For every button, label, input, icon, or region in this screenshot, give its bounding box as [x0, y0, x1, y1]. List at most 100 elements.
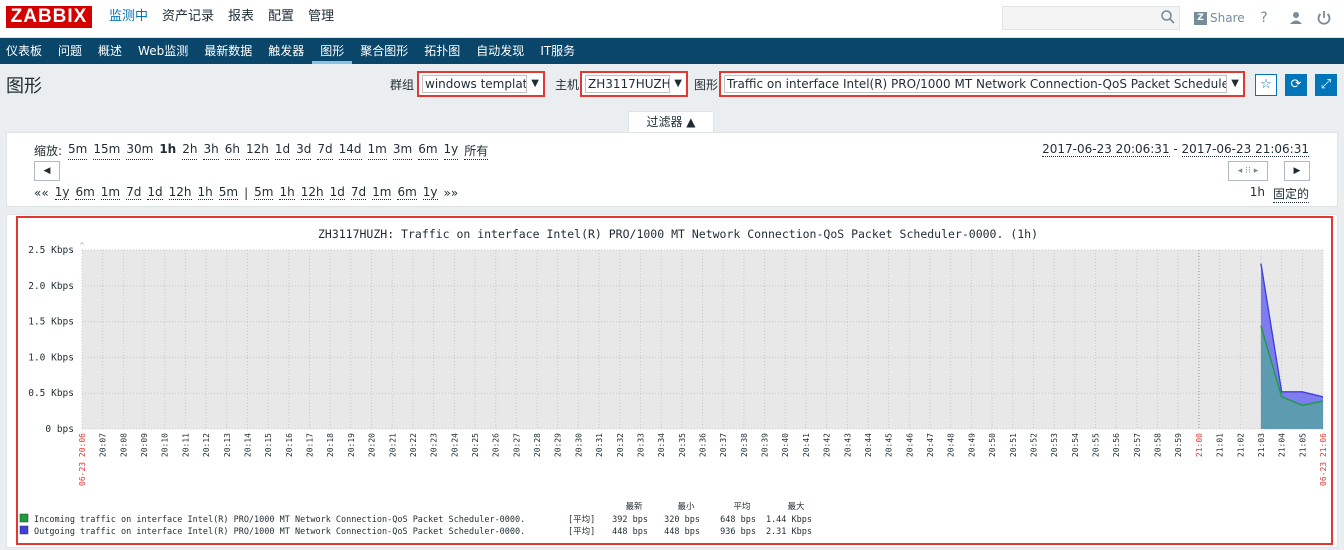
sub-menu-web[interactable]: Web监测 — [130, 38, 196, 64]
scroll-right-icon[interactable]: ▶ — [1284, 161, 1310, 181]
period-from[interactable]: 2017-06-23 20:06:31 — [1042, 142, 1170, 157]
zoom-option[interactable]: 15m — [93, 142, 121, 160]
zoom-option[interactable]: 3d — [296, 142, 312, 160]
legend-value: 936 bps — [720, 527, 756, 537]
zoom-option[interactable]: 12h — [245, 142, 269, 160]
main-menu-administration[interactable]: 管理 — [301, 0, 341, 38]
sub-menu-problems[interactable]: 问题 — [50, 38, 90, 64]
sub-menu-dashboard[interactable]: 仪表板 — [0, 38, 50, 64]
nav-forward-option[interactable]: 5m — [254, 185, 274, 200]
dropdown-arrow-icon: ▼ — [674, 78, 682, 89]
timeline-scroll-handle[interactable]: ◂ ⁝⁝ ▸ — [1228, 161, 1268, 181]
scroll-left-icon[interactable]: ◀ — [34, 161, 60, 181]
refresh-button[interactable]: ⟳ — [1285, 74, 1307, 96]
x-tick-label: 20:08 — [119, 433, 128, 457]
share-button[interactable]: Z Share — [1194, 9, 1245, 27]
nav-back-option[interactable]: 1h — [197, 185, 213, 200]
sign-out-icon[interactable] — [1314, 8, 1334, 28]
filter-toggle-tab[interactable]: 过滤器 ▲ — [628, 111, 714, 132]
user-profile-icon[interactable] — [1286, 8, 1306, 28]
nav-back-option[interactable]: 12h — [168, 185, 192, 200]
zoom-option[interactable]: 6m — [418, 142, 438, 160]
timeline-scrollbar[interactable]: ◀ ◂ ⁝⁝ ▸ ▶ — [34, 161, 1310, 181]
fixed-period-toggle[interactable]: 固定的 — [1272, 185, 1309, 203]
x-tick-label: 20:16 — [285, 433, 294, 457]
x-tick-label: 20:07 — [99, 433, 108, 457]
legend-value: 448 bps — [664, 527, 700, 537]
nav-back-option[interactable]: 1d — [147, 185, 163, 200]
x-tick-label: 20:37 — [719, 433, 728, 457]
sub-menu-overview[interactable]: 概述 — [90, 38, 130, 64]
x-tick-label: 20:44 — [864, 433, 873, 457]
x-tick-label: 20:40 — [781, 433, 790, 457]
legend-header: 最新 — [625, 501, 643, 512]
nav-forward-option[interactable]: 1h — [279, 185, 295, 200]
zoom-option[interactable]: 3m — [392, 142, 413, 160]
nav-back-option[interactable]: 6m — [75, 185, 95, 200]
search-icon[interactable] — [1160, 9, 1176, 25]
zoom-option[interactable]: 3h — [203, 142, 219, 160]
help-icon[interactable]: ? — [1254, 8, 1274, 28]
zabbix-logo[interactable]: ZABBIX — [6, 6, 92, 28]
zoom-option[interactable]: 7d — [317, 142, 333, 160]
nav-forward-option[interactable]: 1m — [372, 185, 392, 200]
zoom-option[interactable]: 30m — [126, 142, 154, 160]
x-tick-label: 20:21 — [388, 433, 397, 457]
nav-back-option[interactable]: 1y — [54, 185, 70, 200]
x-tick-label: 20:22 — [409, 433, 418, 457]
sub-menu-triggers[interactable]: 触发器 — [260, 38, 312, 64]
nav-forward-option[interactable]: 7d — [350, 185, 367, 200]
nav-back-option[interactable]: 1m — [100, 185, 121, 200]
search-input[interactable] — [1002, 6, 1180, 30]
group-select[interactable]: windows templates ▼ — [417, 71, 545, 97]
legend-value: 2.31 Kbps — [766, 527, 812, 537]
x-tick-label: 20:24 — [450, 433, 459, 457]
x-tick-label: 20:38 — [740, 433, 749, 457]
zoom-option-current[interactable]: 1h — [159, 142, 176, 160]
sub-menu-screens[interactable]: 聚合图形 — [352, 38, 416, 64]
x-tick-label: 20:56 — [1112, 433, 1121, 457]
zoom-option[interactable]: 5m — [68, 142, 88, 160]
legend-header: 最小 — [677, 501, 695, 512]
zoom-option[interactable]: 2h — [182, 142, 198, 160]
nav-forward-option[interactable]: 1y — [422, 185, 438, 200]
nav-back-option[interactable]: 5m — [218, 185, 239, 200]
legend-series-name: Outgoing traffic on interface Intel(R) P… — [34, 527, 525, 537]
zoom-option[interactable]: 1d — [274, 142, 291, 160]
x-tick-label: 20:18 — [326, 433, 335, 457]
zoom-option[interactable]: 14d — [338, 142, 362, 160]
main-menu-monitoring[interactable]: 监测中 — [102, 0, 155, 38]
x-tick-label: 20:41 — [802, 433, 811, 457]
sub-menu-maps[interactable]: 拓扑图 — [416, 38, 468, 64]
x-tick-label: 20:10 — [161, 433, 170, 457]
graph-select[interactable]: Traffic on interface Intel(R) PRO/1000 M… — [719, 71, 1245, 97]
period-to[interactable]: 2017-06-23 21:06:31 — [1181, 142, 1309, 157]
host-select[interactable]: ZH3117HUZH ▼ — [580, 71, 688, 97]
sub-menu-discovery[interactable]: 自动发现 — [468, 38, 532, 64]
x-tick-label: 20:45 — [885, 433, 894, 457]
nav-forward-option[interactable]: 6m — [397, 185, 417, 200]
x-tick-label: 20:15 — [264, 433, 273, 457]
favorite-star-button[interactable]: ☆ — [1255, 74, 1277, 96]
period-range: 2017-06-23 20:06:31 - 2017-06-23 21:06:3… — [1042, 142, 1309, 157]
legend-agg: [平均] — [568, 526, 595, 537]
zoom-option[interactable]: 6h — [224, 142, 240, 160]
fullscreen-button[interactable]: ⤢ — [1315, 74, 1337, 96]
sub-menu-graphs[interactable]: 图形 — [312, 38, 353, 64]
zoom-option[interactable]: 1m — [367, 142, 387, 160]
nav-forward-option[interactable]: 12h — [300, 185, 324, 200]
sub-menu-latest-data[interactable]: 最新数据 — [196, 38, 260, 64]
sub-menu-it-services[interactable]: IT服务 — [532, 38, 583, 64]
main-menu-reports[interactable]: 报表 — [221, 0, 261, 38]
x-tick-label: 20:53 — [1050, 433, 1059, 457]
dropdown-arrow-icon: ▼ — [531, 78, 539, 89]
share-label: Share — [1210, 11, 1245, 25]
zoom-option-all[interactable]: 所有 — [464, 142, 489, 160]
x-tick-label: 20:33 — [636, 433, 645, 457]
main-menu-configuration[interactable]: 配置 — [261, 0, 301, 38]
nav-forward-option[interactable]: 1d — [329, 185, 345, 200]
nav-back-option[interactable]: 7d — [126, 185, 142, 200]
zoom-option[interactable]: 1y — [443, 142, 459, 160]
graph-title: ZH3117HUZH: Traffic on interface Intel(R… — [318, 227, 1038, 241]
main-menu-inventory[interactable]: 资产记录 — [155, 0, 221, 38]
